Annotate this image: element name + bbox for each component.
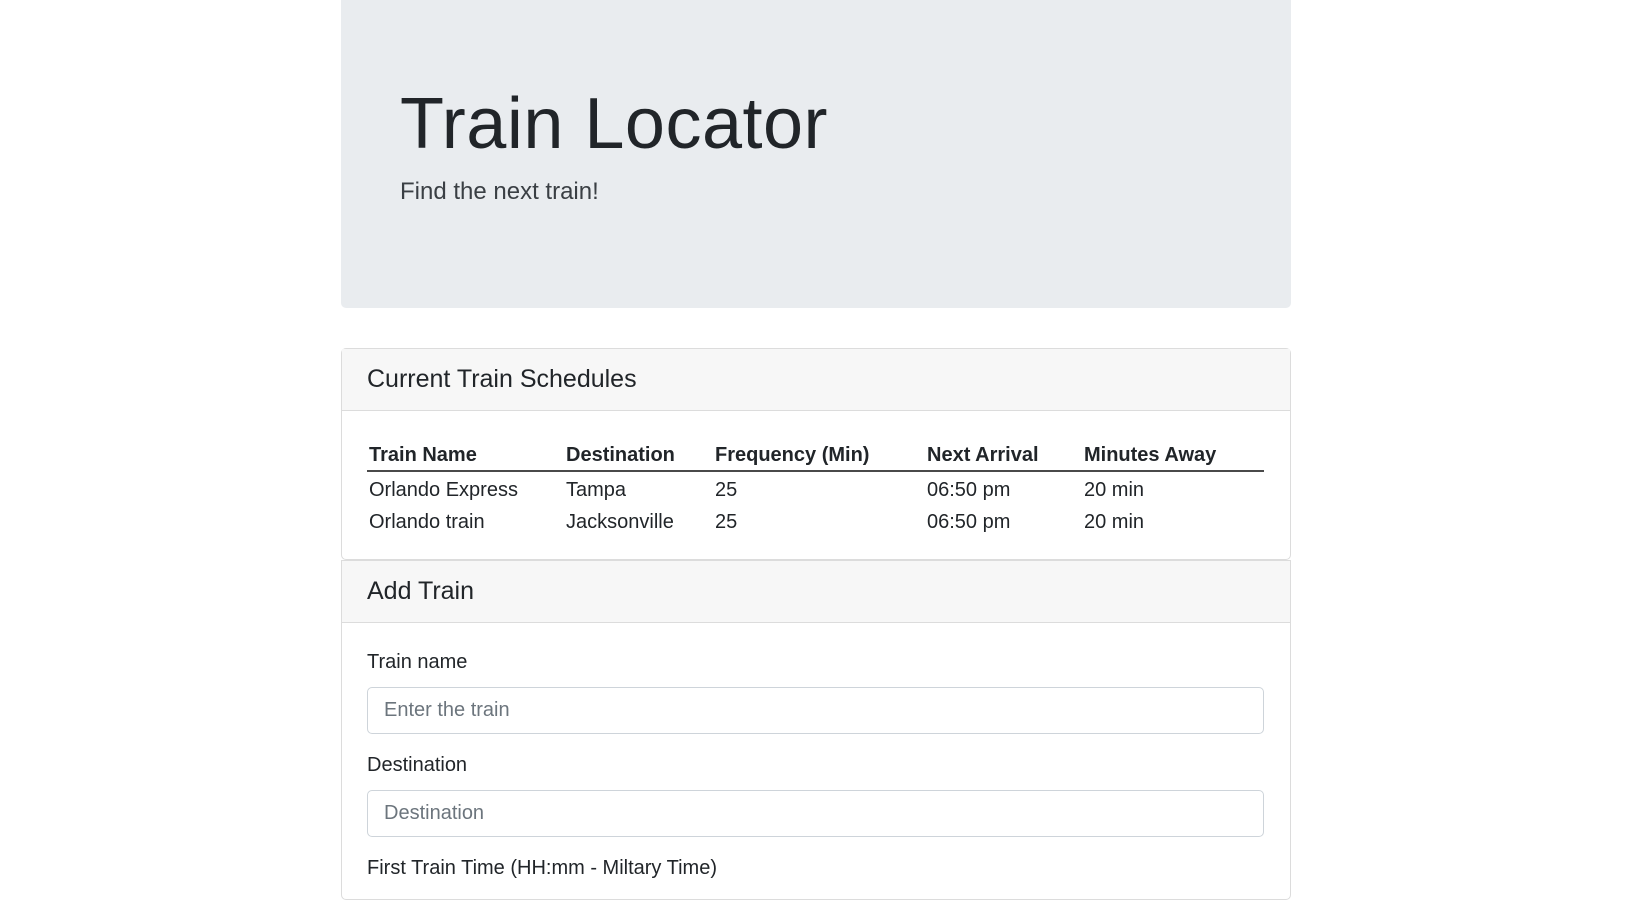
train-name-group: Train name	[367, 651, 1265, 734]
cell-minutes-away: 20 min	[1084, 511, 1145, 533]
cell-destination: Jacksonville	[566, 511, 674, 533]
table-row: Orlando train Jacksonville 25 06:50 pm 2…	[367, 504, 1264, 536]
schedules-header: Current Train Schedules	[342, 349, 1290, 411]
add-train-header: Add Train	[342, 561, 1290, 623]
table-header-row: Train Name Destination Frequency (Min) N…	[367, 439, 1264, 472]
destination-input[interactable]	[367, 790, 1264, 837]
schedules-card: Current Train Schedules Train Name Desti…	[341, 348, 1291, 560]
column-header-destination: Destination	[564, 439, 713, 472]
add-train-form: Train name Destination First Train Time …	[342, 623, 1290, 880]
first-train-time-label: First Train Time (HH:mm - Miltary Time)	[367, 857, 717, 879]
page-title: Train Locator	[400, 84, 829, 164]
cell-frequency: 25	[715, 511, 738, 533]
cell-next-arrival: 06:50 pm	[927, 511, 1011, 533]
cell-minutes-away: 20 min	[1084, 479, 1145, 501]
page-subtitle: Find the next train!	[400, 178, 599, 205]
schedule-table: Train Name Destination Frequency (Min) N…	[367, 439, 1264, 536]
destination-group: Destination	[367, 754, 1265, 837]
column-header-minutes-away: Minutes Away	[1082, 439, 1264, 472]
schedules-body: Train Name Destination Frequency (Min) N…	[342, 411, 1290, 536]
column-header-train-name: Train Name	[367, 439, 564, 472]
cell-frequency: 25	[715, 479, 738, 501]
first-train-time-group: First Train Time (HH:mm - Miltary Time)	[367, 857, 1265, 880]
hero-banner: Train Locator Find the next train!	[341, 0, 1291, 308]
train-name-input[interactable]	[367, 687, 1264, 734]
table-row: Orlando Express Tampa 25 06:50 pm 20 min	[367, 471, 1264, 504]
cell-train-name: Orlando Express	[369, 479, 518, 501]
cell-next-arrival: 06:50 pm	[927, 479, 1011, 501]
train-name-label: Train name	[367, 651, 468, 673]
column-header-next-arrival: Next Arrival	[925, 439, 1082, 472]
column-header-frequency: Frequency (Min)	[713, 439, 925, 472]
page-container: Train Locator Find the next train! Curre…	[341, 0, 1291, 900]
add-train-card: Add Train Train name Destination First T…	[341, 560, 1291, 900]
cell-train-name: Orlando train	[369, 511, 485, 533]
destination-label: Destination	[367, 754, 468, 776]
cell-destination: Tampa	[566, 479, 627, 501]
